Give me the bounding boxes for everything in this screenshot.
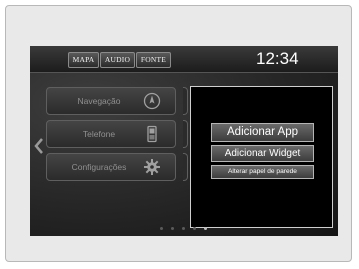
top-bar-decor-right (318, 58, 336, 60)
chevron-left-icon[interactable] (34, 138, 44, 154)
page-dot (160, 227, 163, 230)
phone-icon (143, 125, 161, 143)
menu-item-telefone[interactable]: Telefone (46, 120, 176, 148)
menu-item-navegacao[interactable]: Navegação (46, 87, 176, 115)
tab-mapa[interactable]: MAPA (68, 52, 99, 68)
top-bar: MAPA AUDIO FONTE 12:34 (30, 46, 338, 72)
menu-item-label: Navegação (77, 96, 121, 106)
top-bar-decor-left (34, 58, 62, 60)
tab-audio[interactable]: AUDIO (100, 52, 135, 68)
clock: 12:34 (256, 49, 299, 68)
menu-column-edge (183, 87, 188, 115)
menu-item-label: Telefone (82, 129, 116, 139)
tab-fonte[interactable]: FONTE (136, 52, 171, 68)
top-bar-decor-middle (175, 58, 247, 60)
add-app-button[interactable]: Adicionar App (211, 123, 314, 142)
head-unit-screen: MAPA AUDIO FONTE 12:34 Navegação Telefon… (30, 46, 338, 236)
menu-item-configuracoes[interactable]: Configurações (46, 153, 176, 181)
add-item-popup: Adicionar App Adicionar Widget Alterar p… (190, 86, 333, 228)
gear-icon (143, 158, 161, 176)
page-dot (182, 227, 185, 230)
change-wallpaper-button[interactable]: Alterar papel de parede (211, 165, 314, 179)
add-widget-button[interactable]: Adicionar Widget (211, 145, 314, 162)
menu-column-edge (183, 120, 188, 148)
top-bar-divider (30, 72, 338, 73)
page-dot (171, 227, 174, 230)
menu-item-label: Configurações (71, 162, 127, 172)
page-dot-active (204, 227, 207, 230)
page-indicator (30, 226, 338, 232)
compass-icon (143, 92, 161, 110)
manual-illustration-frame: MAPA AUDIO FONTE 12:34 Navegação Telefon… (0, 0, 359, 269)
page-dot (193, 227, 196, 230)
menu-column-edge (183, 153, 188, 181)
